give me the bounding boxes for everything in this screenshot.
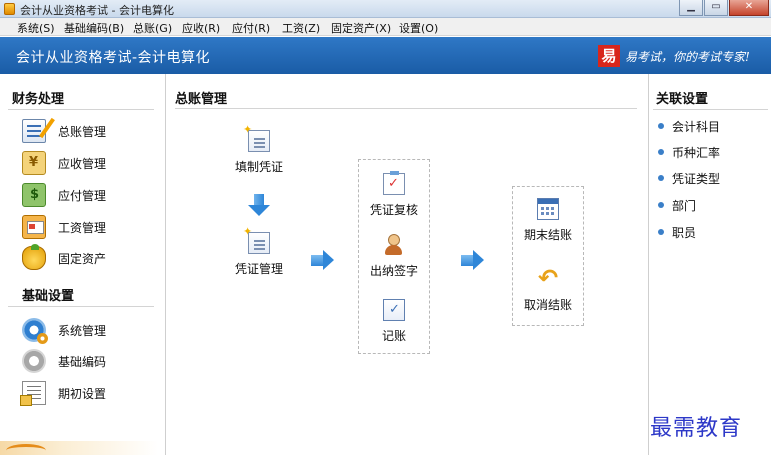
divider [175,108,637,109]
app-title: 会计从业资格考试-会计电算化 [16,50,211,66]
flow-label: 凭证复核 [369,203,418,217]
nav-label: 应付管理 [58,188,107,203]
link-label: 币种汇率 [672,145,721,160]
link-label: 职员 [672,225,697,240]
divider [8,109,154,110]
nav-label: 固定资产 [58,251,107,266]
fill-voucher-button[interactable]: 填制凭证 [232,123,286,175]
decorative-swoosh [0,441,158,455]
link-label: 部门 [672,198,697,213]
bookkeeping-button[interactable]: 记账 [366,299,422,344]
link-label: 会计科目 [672,119,721,134]
document-icon [243,225,270,254]
flow-label: 取消结账 [523,298,572,312]
menu-basic-codes[interactable]: 基础编码(B) [64,20,124,36]
link-employees[interactable]: 职员 [658,224,696,240]
payable-icon [22,183,46,207]
flow-label: 凭证管理 [234,262,283,276]
menu-payable[interactable]: 应付(R) [232,20,270,36]
window-controls: ▁ ▭ ✕ [678,0,769,16]
window-title: 会计从业资格考试 - 会计电算化 [20,4,174,17]
nav-label: 总账管理 [58,124,107,139]
title-bar: 会计从业资格考试 - 会计电算化 ▁ ▭ ✕ [0,0,771,18]
menu-system[interactable]: 系统(S) [17,20,55,36]
minimize-button[interactable]: ▁ [679,0,703,16]
nav-fixed-assets[interactable]: 固定资产 [22,244,107,271]
voucher-management-button[interactable]: 凭证管理 [232,225,286,277]
bullet-icon [658,175,664,181]
app-icon [4,3,15,15]
bullet-icon [658,229,664,235]
cashier-sign-button[interactable]: 出纳签字 [366,234,422,279]
calendar-icon [537,198,559,220]
menu-bar: 系统(S) 基础编码(B) 总账(G) 应收(R) 应付(R) 工资(Z) 固定… [0,18,771,36]
link-departments[interactable]: 部门 [658,197,696,213]
menu-receivable[interactable]: 应收(R) [182,20,220,36]
basic-section-title: 基础设置 [22,289,75,304]
nav-label: 应收管理 [58,156,107,171]
opening-balance-icon [20,381,46,406]
clipboard-check-icon [383,171,405,195]
voucher-review-button[interactable]: 凭证复核 [366,171,422,218]
gears-icon [22,318,48,344]
bullet-icon [658,202,664,208]
menu-general-ledger[interactable]: 总账(G) [133,20,172,36]
brand-slogan: 易考试，你的考试专家! [625,50,750,64]
menu-fixed-assets[interactable]: 固定资产(X) [331,20,391,36]
menu-wages[interactable]: 工资(Z) [282,20,320,36]
wage-icon [22,215,46,239]
period-close-button[interactable]: 期末结账 [520,198,576,243]
nav-label: 基础编码 [58,354,107,369]
nav-opening-setup[interactable]: 期初设置 [20,380,107,406]
link-currency-rates[interactable]: 币种汇率 [658,144,720,160]
book-check-icon [383,299,405,321]
watermark: 最需教育 [650,416,743,441]
nav-system-management[interactable]: 系统管理 [22,317,107,344]
nav-receivable[interactable]: 应收管理 [22,150,106,176]
link-voucher-types[interactable]: 凭证类型 [658,170,720,186]
nav-wages[interactable]: 工资管理 [22,214,106,240]
menu-settings[interactable]: 设置(O) [399,20,438,36]
undo-icon [537,264,559,292]
flow-label: 记账 [381,329,406,343]
nav-label: 系统管理 [58,323,107,338]
flow-label: 出纳签字 [369,264,418,278]
main-panel: 总账管理 填制凭证 凭证管理 凭证复核 出纳签字 记账 期末结账 取消结账 [166,74,648,455]
nav-label: 工资管理 [58,220,107,235]
fixed-asset-icon [22,244,46,270]
bullet-icon [658,123,664,129]
link-label: 凭证类型 [672,171,721,186]
ledger-icon [22,119,46,143]
nav-general-ledger[interactable]: 总账管理 [22,118,106,144]
page-title: 总账管理 [175,92,228,107]
close-button[interactable]: ✕ [729,0,769,16]
cancel-close-button[interactable]: 取消结账 [520,264,576,313]
left-sidebar: 财务处理 总账管理 应收管理 应付管理 工资管理 固定资产 基础设置 系统管理 … [0,74,166,455]
divider [8,306,154,307]
brand-logo: 易 [598,45,620,67]
right-sidebar: 关联设置 会计科目 币种汇率 凭证类型 部门 职员 [648,74,771,455]
nav-payable[interactable]: 应付管理 [22,182,106,208]
nav-label: 期初设置 [58,386,107,401]
maximize-button[interactable]: ▭ [704,0,728,16]
flow-label: 期末结账 [523,228,572,242]
divider [653,109,768,110]
nav-basic-codes[interactable]: 基础编码 [22,348,106,374]
bullet-icon [658,149,664,155]
new-document-icon [243,123,270,152]
receivable-icon [22,151,46,175]
header-banner: 会计从业资格考试-会计电算化 易 易考试，你的考试专家! [0,37,771,74]
person-icon [383,234,405,256]
gear-icon [22,349,46,373]
finance-section-title: 财务处理 [12,92,65,107]
flow-label: 填制凭证 [234,160,283,174]
related-settings-title: 关联设置 [656,92,709,107]
link-account-subjects[interactable]: 会计科目 [658,118,720,134]
